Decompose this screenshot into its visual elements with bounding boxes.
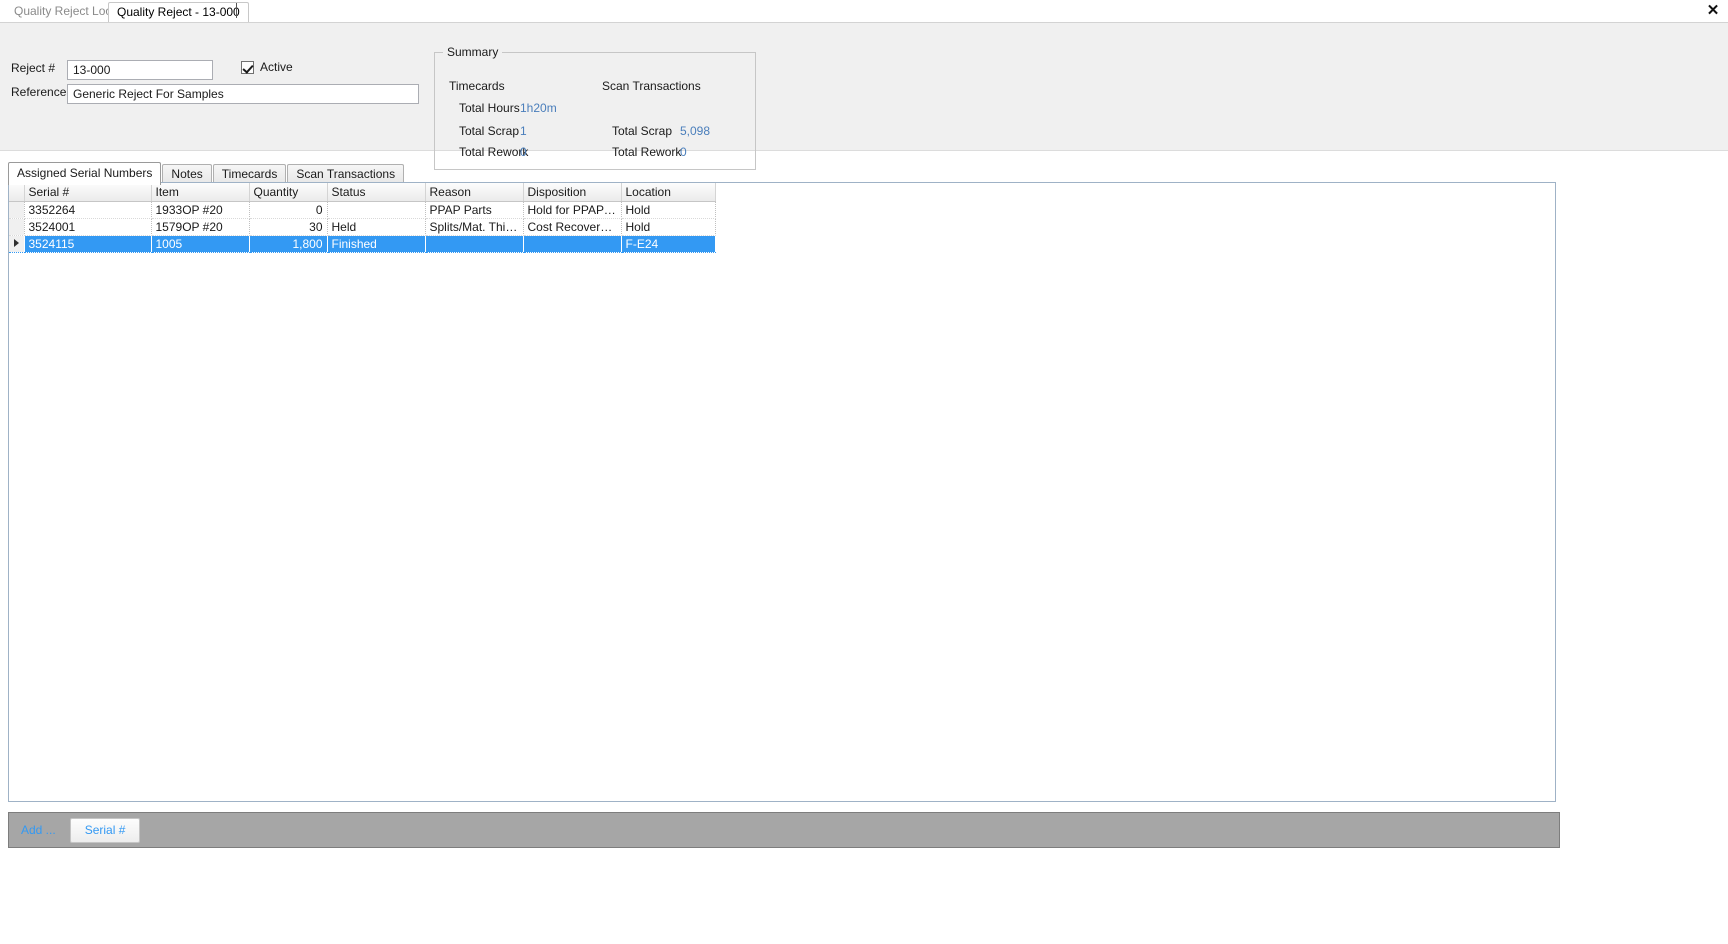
page-bottom-filler <box>0 850 1728 944</box>
checkmark-icon <box>241 60 254 74</box>
detail-tab-panel: Assigned Serial Numbers Notes Timecards … <box>8 162 1560 812</box>
timecards-total-hours-label: Total Hours <box>459 101 520 115</box>
active-checkbox[interactable]: Active <box>241 60 293 74</box>
current-row-arrow-icon <box>13 239 19 248</box>
column-header-serial[interactable]: Serial # <box>24 183 152 202</box>
cell-disposition: Hold for PPAP A… <box>523 201 622 219</box>
row-selector-header <box>9 183 25 202</box>
add-link[interactable]: Add ... <box>21 823 56 837</box>
cell-reason <box>425 235 524 253</box>
summary-timecards-header: Timecards <box>449 79 505 93</box>
summary-group: Summary Timecards Scan Transactions Tota… <box>434 45 756 170</box>
timecards-total-scrap-label: Total Scrap <box>459 124 520 138</box>
cell-serial: 3524115 <box>24 235 152 253</box>
column-header-quantity[interactable]: Quantity <box>249 183 328 202</box>
cell-item: 1005 <box>151 235 250 253</box>
cell-location: Hold <box>621 201 716 219</box>
cell-quantity: 1,800 <box>249 235 328 253</box>
cell-quantity: 0 <box>249 201 328 219</box>
reference-label: Reference <box>11 85 67 99</box>
active-checkbox-label: Active <box>260 60 293 74</box>
table-row[interactable]: 3352264 1933OP #20 0 PPAP Parts Hold for… <box>9 201 716 219</box>
column-header-location[interactable]: Location <box>621 183 716 202</box>
tab-assigned-serial-numbers[interactable]: Assigned Serial Numbers <box>8 162 162 185</box>
cell-location: F-E24 <box>621 235 716 253</box>
table-row[interactable]: 3524001 1579OP #20 30 Held Splits/Mat. T… <box>9 218 716 236</box>
scan-total-scrap-value: 5,098 <box>680 124 711 138</box>
cell-location: Hold <box>621 218 716 236</box>
cell-serial: 3352264 <box>24 201 152 219</box>
add-serial-number-button[interactable]: Serial # <box>69 817 141 843</box>
row-selector[interactable] <box>9 201 25 219</box>
reference-input[interactable] <box>67 84 419 104</box>
column-header-disposition[interactable]: Disposition <box>523 183 622 202</box>
header-form-area: Reject # Reference Active Summary Timeca… <box>0 23 1728 170</box>
summary-scan-transactions-header: Scan Transactions <box>602 79 701 93</box>
bottom-toolbar: Add ... Serial # <box>8 812 1560 848</box>
scan-total-scrap-label: Total Scrap <box>612 124 673 138</box>
cell-reason: Splits/Mat. Thinn… <box>425 218 524 236</box>
cell-quantity: 30 <box>249 218 328 236</box>
cell-status: Held <box>327 218 426 236</box>
cell-item: 1933OP #20 <box>151 201 250 219</box>
scan-total-rework-value: 0 <box>680 145 687 159</box>
close-icon[interactable]: ✕ <box>1704 2 1722 20</box>
table-header-row: Serial # Item Quantity Status Reason Dis… <box>9 183 716 202</box>
cell-reason: PPAP Parts <box>425 201 524 219</box>
summary-group-title: Summary <box>443 45 503 59</box>
reject-number-input[interactable] <box>67 60 213 80</box>
document-tab-quality-reject-13-000[interactable]: Quality Reject - 13-000 <box>108 2 249 22</box>
cell-status: Finished <box>327 235 426 253</box>
scan-total-rework-label: Total Rework <box>612 145 682 159</box>
document-tab-strip: Quality Reject Lookup Quality Reject - 1… <box>0 0 1728 23</box>
table-row-selected[interactable]: 3524115 1005 1,800 Finished F-E24 <box>9 235 716 253</box>
cell-serial: 3524001 <box>24 218 152 236</box>
tab-caret <box>236 3 237 18</box>
cell-disposition: Cost Recovery -… <box>523 218 622 236</box>
row-selector-current[interactable] <box>9 235 25 253</box>
timecards-total-scrap-value: 1 <box>520 124 527 138</box>
timecards-total-rework-value: 0 <box>520 145 527 159</box>
timecards-total-rework-label: Total Rework <box>459 145 529 159</box>
detail-tab-bar: Assigned Serial Numbers Notes Timecards … <box>8 162 1560 185</box>
row-selector[interactable] <box>9 218 25 236</box>
column-header-status[interactable]: Status <box>327 183 426 202</box>
column-header-reason[interactable]: Reason <box>425 183 524 202</box>
cell-status <box>327 201 426 219</box>
cell-disposition <box>523 235 622 253</box>
serial-numbers-table: Serial # Item Quantity Status Reason Dis… <box>9 183 716 253</box>
column-header-item[interactable]: Item <box>151 183 250 202</box>
timecards-total-hours-value: 1h20m <box>520 101 557 115</box>
cell-item: 1579OP #20 <box>151 218 250 236</box>
reject-number-label: Reject # <box>11 61 56 75</box>
assigned-serial-numbers-grid[interactable]: Serial # Item Quantity Status Reason Dis… <box>8 182 1556 802</box>
